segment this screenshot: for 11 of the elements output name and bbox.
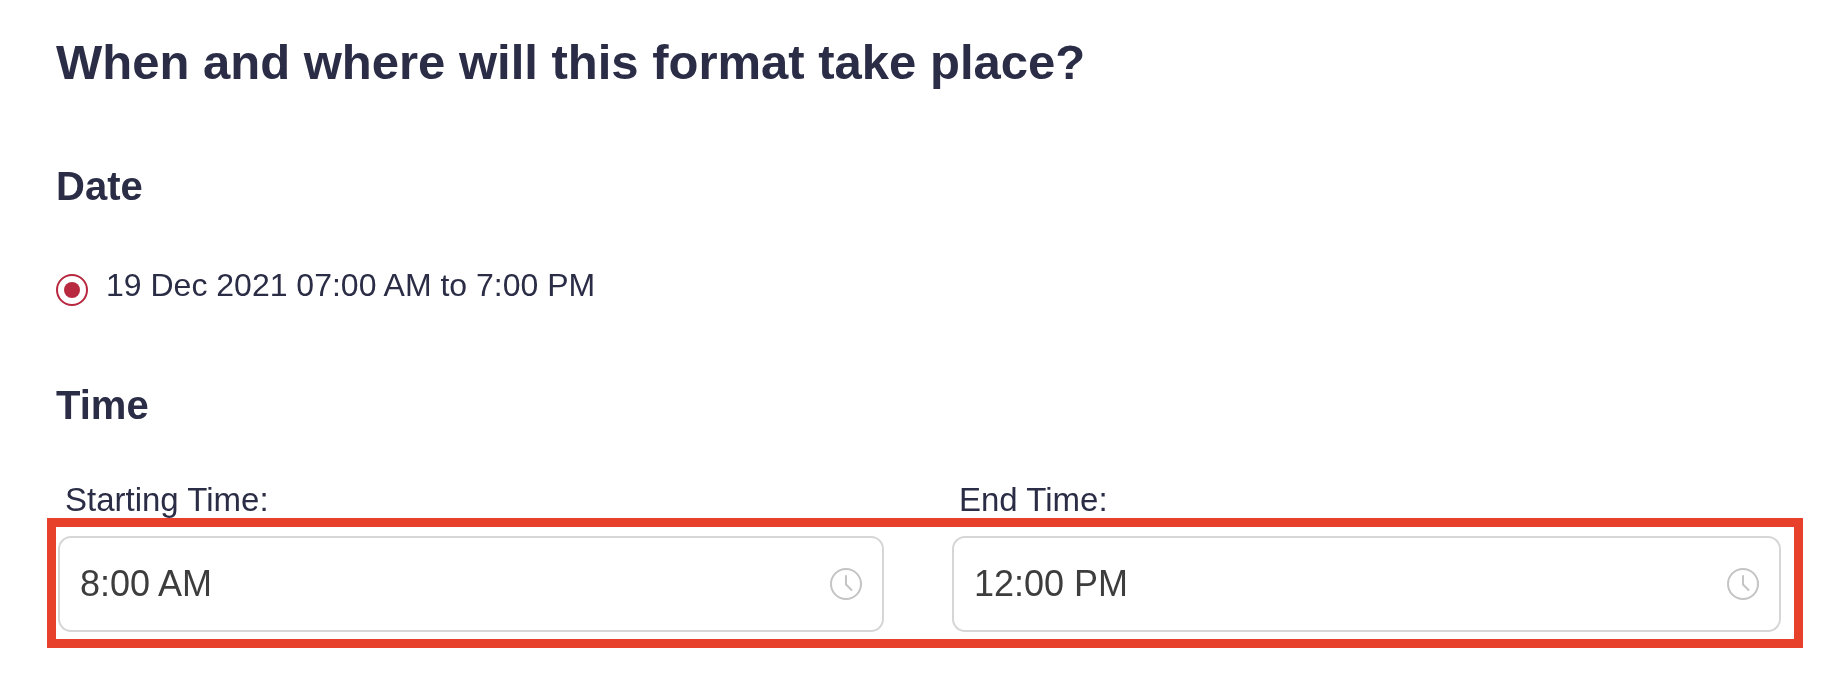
section-heading: Time [56,382,149,429]
clock-icon [830,568,862,600]
clock-icon [1727,568,1759,600]
radio-button[interactable] [56,274,88,306]
option-label[interactable]: 19 Dec 2021 07:00 AM to 7:00 PM [106,265,596,305]
time-field[interactable]: 8:00 AM [58,536,884,632]
time-field[interactable]: 12:00 PM [952,536,1781,632]
page-title: When and where will this format take place? [56,34,1086,90]
field-label: Starting Time: [64,482,269,518]
field-label: End Time: [958,482,1108,518]
section-heading: Date [56,163,143,210]
